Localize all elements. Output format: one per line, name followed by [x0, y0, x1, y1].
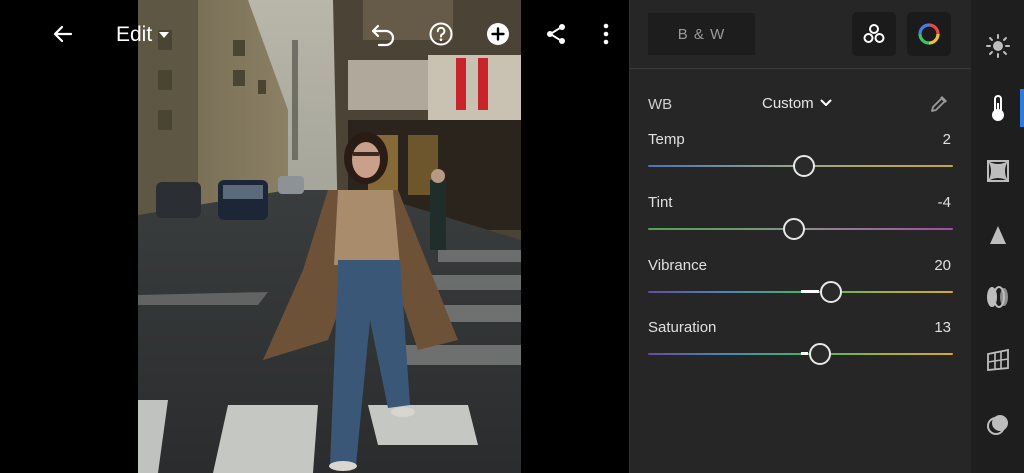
slider-fill: [800, 290, 819, 293]
chevron-down-icon: [820, 95, 832, 112]
wb-preset-value: Custom: [762, 95, 814, 112]
tint-slider[interactable]: Tint -4: [648, 194, 953, 244]
profiles-icon[interactable]: [852, 12, 896, 56]
detail-icon[interactable]: [971, 213, 1024, 257]
top-toolbar: Edit: [0, 0, 629, 68]
eyedropper-icon[interactable]: [927, 92, 951, 116]
photo-preview[interactable]: [138, 0, 521, 473]
photo-image: [138, 0, 521, 473]
slider-value: 13: [934, 319, 951, 336]
slider-label: Vibrance: [648, 257, 707, 274]
geometry-icon[interactable]: [971, 338, 1024, 382]
vibrance-slider[interactable]: Vibrance 20: [648, 257, 953, 307]
slider-knob[interactable]: [809, 343, 832, 365]
chevron-down-icon: [159, 32, 170, 38]
slider-value: -4: [937, 194, 951, 211]
slider-knob[interactable]: [783, 218, 806, 240]
back-arrow-icon[interactable]: [46, 17, 80, 51]
photo-preview-area: Edit: [0, 0, 629, 473]
slider-label: Tint: [648, 194, 673, 211]
slider-knob[interactable]: [792, 155, 815, 177]
temp-slider[interactable]: Temp 2: [648, 131, 953, 181]
tool-rail: [971, 0, 1024, 473]
help-icon[interactable]: [424, 17, 458, 51]
wb-label: WB: [648, 96, 673, 113]
edit-mode-label: Edit: [116, 23, 153, 46]
saturation-slider[interactable]: Saturation 13: [648, 319, 953, 369]
share-icon[interactable]: [539, 17, 573, 51]
effects-icon[interactable]: [971, 149, 1024, 193]
slider-fill: [800, 352, 809, 355]
light-icon[interactable]: [971, 24, 1024, 68]
slider-knob[interactable]: [820, 281, 842, 303]
slider-value: 2: [942, 131, 951, 148]
more-icon[interactable]: [589, 17, 623, 51]
slider-value: 20: [934, 257, 951, 274]
undo-icon[interactable]: [366, 17, 400, 51]
add-icon[interactable]: [481, 17, 515, 51]
lightroom-edit-screen: Edit B & W WB Custom Temp 2 Tint -4 Vibr…: [0, 0, 1024, 473]
color-mix-icon[interactable]: [907, 12, 951, 56]
edit-mode-dropdown[interactable]: Edit: [116, 20, 170, 50]
wb-preset-dropdown[interactable]: Custom: [762, 95, 832, 112]
slider-label: Temp: [648, 131, 685, 148]
white-balance-row: WB Custom: [648, 92, 953, 118]
slider-label: Saturation: [648, 319, 717, 336]
masking-icon[interactable]: [971, 403, 1024, 447]
panel-header: B & W: [630, 0, 972, 69]
optics-icon[interactable]: [971, 275, 1024, 319]
edit-panel: B & W WB Custom Temp 2 Tint -4 Vibrance …: [629, 0, 972, 473]
bw-button[interactable]: B & W: [648, 13, 755, 55]
color-temp-icon[interactable]: [971, 86, 1024, 130]
